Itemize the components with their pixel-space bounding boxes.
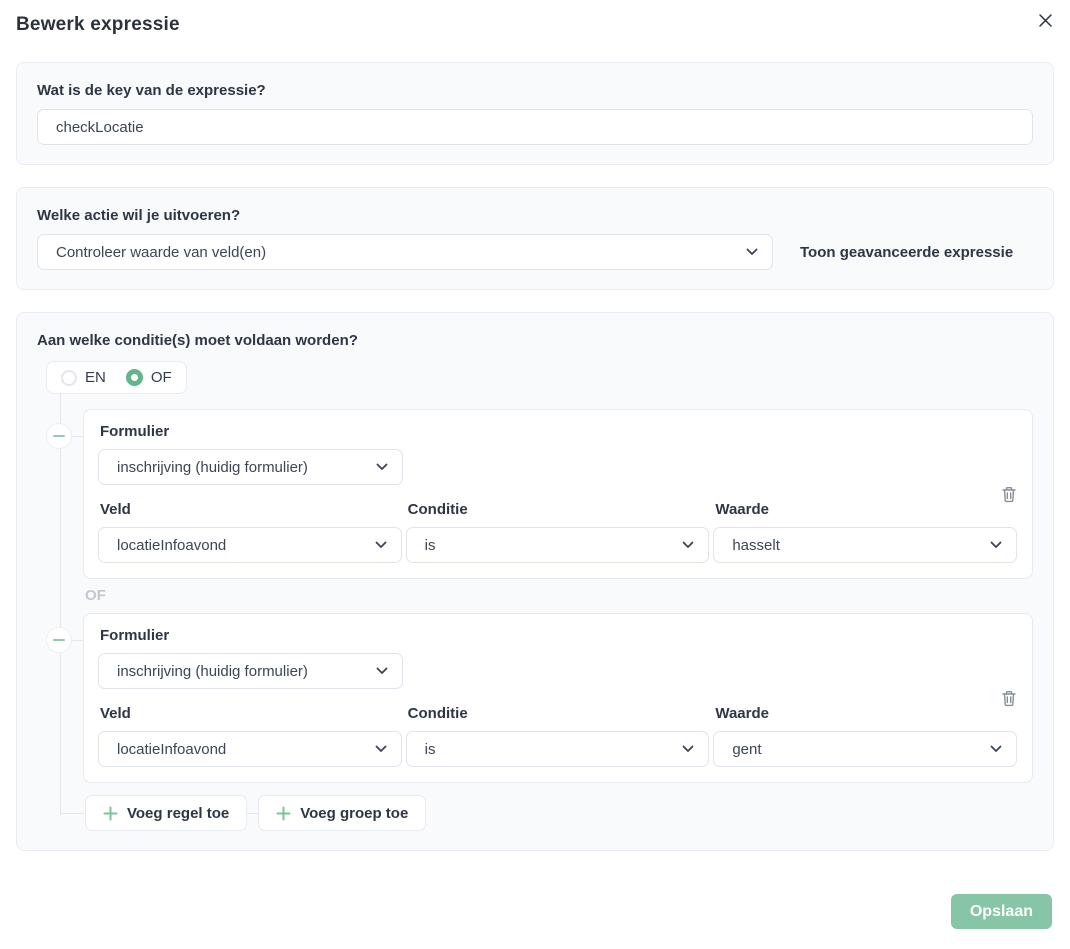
- action-select[interactable]: Controleer waarde van veld(en): [37, 234, 773, 270]
- key-question-label: Wat is de key van de expressie?: [37, 82, 1033, 99]
- conditions-tree: Formulier inschrijving (huidig formulier…: [37, 409, 1033, 831]
- chevron-down-icon: [375, 745, 387, 753]
- action-question-label: Welke actie wil je uitvoeren?: [37, 207, 1033, 224]
- trash-icon: [1001, 486, 1017, 503]
- field-select[interactable]: locatieInfoavond: [98, 731, 402, 767]
- radio-en-label[interactable]: EN: [85, 369, 106, 386]
- condition-label: Conditie: [408, 705, 710, 722]
- field-column: Veld locatieInfoavond: [98, 705, 402, 767]
- action-row: Controleer waarde van veld(en) Toon geav…: [37, 234, 1033, 270]
- condition-columns: Veld locatieInfoavond Conditie is: [98, 705, 1017, 767]
- field-select-value: locatieInfoavond: [117, 537, 226, 554]
- expression-key-input[interactable]: [37, 109, 1033, 145]
- condition-columns: Veld locatieInfoavond Conditie is: [98, 501, 1017, 563]
- chevron-down-icon: [990, 541, 1002, 549]
- plus-icon: [103, 806, 118, 821]
- value-column: Waarde hasselt: [713, 501, 1017, 563]
- button-connector-line: [247, 813, 258, 814]
- condition-row-2: Formulier inschrijving (huidig formulier…: [83, 613, 1033, 783]
- value-select[interactable]: gent: [713, 731, 1017, 767]
- condition-card: Formulier inschrijving (huidig formulier…: [83, 613, 1033, 783]
- condition-label: Conditie: [408, 501, 710, 518]
- chevron-down-icon: [746, 248, 758, 256]
- field-label: Veld: [100, 501, 402, 518]
- conditions-panel: Aan welke conditie(s) moet voldaan worde…: [16, 312, 1054, 851]
- chevron-down-icon: [375, 541, 387, 549]
- add-group-button[interactable]: Voeg groep toe: [258, 795, 426, 831]
- action-select-value: Controleer waarde van veld(en): [56, 244, 266, 261]
- advanced-expression-link[interactable]: Toon geavanceerde expressie: [800, 244, 1013, 261]
- chevron-down-icon: [682, 541, 694, 549]
- form-select-value: inschrijving (huidig formulier): [117, 663, 308, 680]
- condition-select-value: is: [425, 741, 436, 758]
- chevron-down-icon: [990, 745, 1002, 753]
- trash-icon: [1001, 690, 1017, 707]
- form-label: Formulier: [100, 627, 1017, 644]
- value-select-value: hasselt: [732, 537, 780, 554]
- form-select[interactable]: inschrijving (huidig formulier): [98, 449, 403, 485]
- condition-column: Conditie is: [406, 501, 710, 563]
- delete-condition-button[interactable]: [1001, 690, 1017, 707]
- chevron-down-icon: [376, 667, 388, 675]
- value-select[interactable]: hasselt: [713, 527, 1017, 563]
- radio-of-label[interactable]: OF: [151, 369, 172, 386]
- delete-condition-button[interactable]: [1001, 486, 1017, 503]
- remove-condition-button[interactable]: [46, 423, 72, 449]
- tree-rail-line: [60, 394, 61, 813]
- form-select[interactable]: inschrijving (huidig formulier): [98, 653, 403, 689]
- field-select-value: locatieInfoavond: [117, 741, 226, 758]
- key-panel: Wat is de key van de expressie?: [16, 62, 1054, 165]
- field-label: Veld: [100, 705, 402, 722]
- condition-card: Formulier inschrijving (huidig formulier…: [83, 409, 1033, 579]
- radio-en[interactable]: [61, 370, 77, 386]
- action-panel: Welke actie wil je uitvoeren? Controleer…: [16, 187, 1054, 290]
- value-label: Waarde: [715, 705, 1017, 722]
- operator-radio-group: EN OF: [46, 361, 187, 394]
- add-rule-label: Voeg regel toe: [127, 805, 229, 822]
- plus-icon: [276, 806, 291, 821]
- conditions-question-label: Aan welke conditie(s) moet voldaan worde…: [37, 332, 1033, 349]
- condition-column: Conditie is: [406, 705, 710, 767]
- condition-select[interactable]: is: [406, 731, 710, 767]
- condition-select[interactable]: is: [406, 527, 710, 563]
- form-select-value: inschrijving (huidig formulier): [117, 459, 308, 476]
- radio-of[interactable]: [126, 369, 143, 386]
- dialog-footer: Opslaan: [18, 894, 1052, 929]
- save-button[interactable]: Opslaan: [951, 894, 1052, 929]
- close-icon: [1038, 13, 1053, 28]
- operator-separator: OF: [85, 579, 1033, 613]
- field-select[interactable]: locatieInfoavond: [98, 527, 402, 563]
- tree-rail-foot-line: [60, 813, 85, 814]
- minus-circle-icon: [53, 435, 65, 437]
- add-group-label: Voeg groep toe: [300, 805, 408, 822]
- remove-condition-button[interactable]: [46, 627, 72, 653]
- dialog-header: Bewerk expressie: [0, 0, 1070, 62]
- field-column: Veld locatieInfoavond: [98, 501, 402, 563]
- add-rule-button[interactable]: Voeg regel toe: [85, 795, 247, 831]
- value-column: Waarde gent: [713, 705, 1017, 767]
- chevron-down-icon: [376, 463, 388, 471]
- condition-row-1: Formulier inschrijving (huidig formulier…: [83, 409, 1033, 579]
- close-button[interactable]: [1034, 9, 1056, 31]
- value-label: Waarde: [715, 501, 1017, 518]
- form-label: Formulier: [100, 423, 1017, 440]
- value-select-value: gent: [732, 741, 761, 758]
- add-buttons-row: Voeg regel toe Voeg groep toe: [85, 795, 1033, 831]
- condition-select-value: is: [425, 537, 436, 554]
- page-title: Bewerk expressie: [16, 14, 1054, 36]
- chevron-down-icon: [682, 745, 694, 753]
- minus-circle-icon: [53, 639, 65, 641]
